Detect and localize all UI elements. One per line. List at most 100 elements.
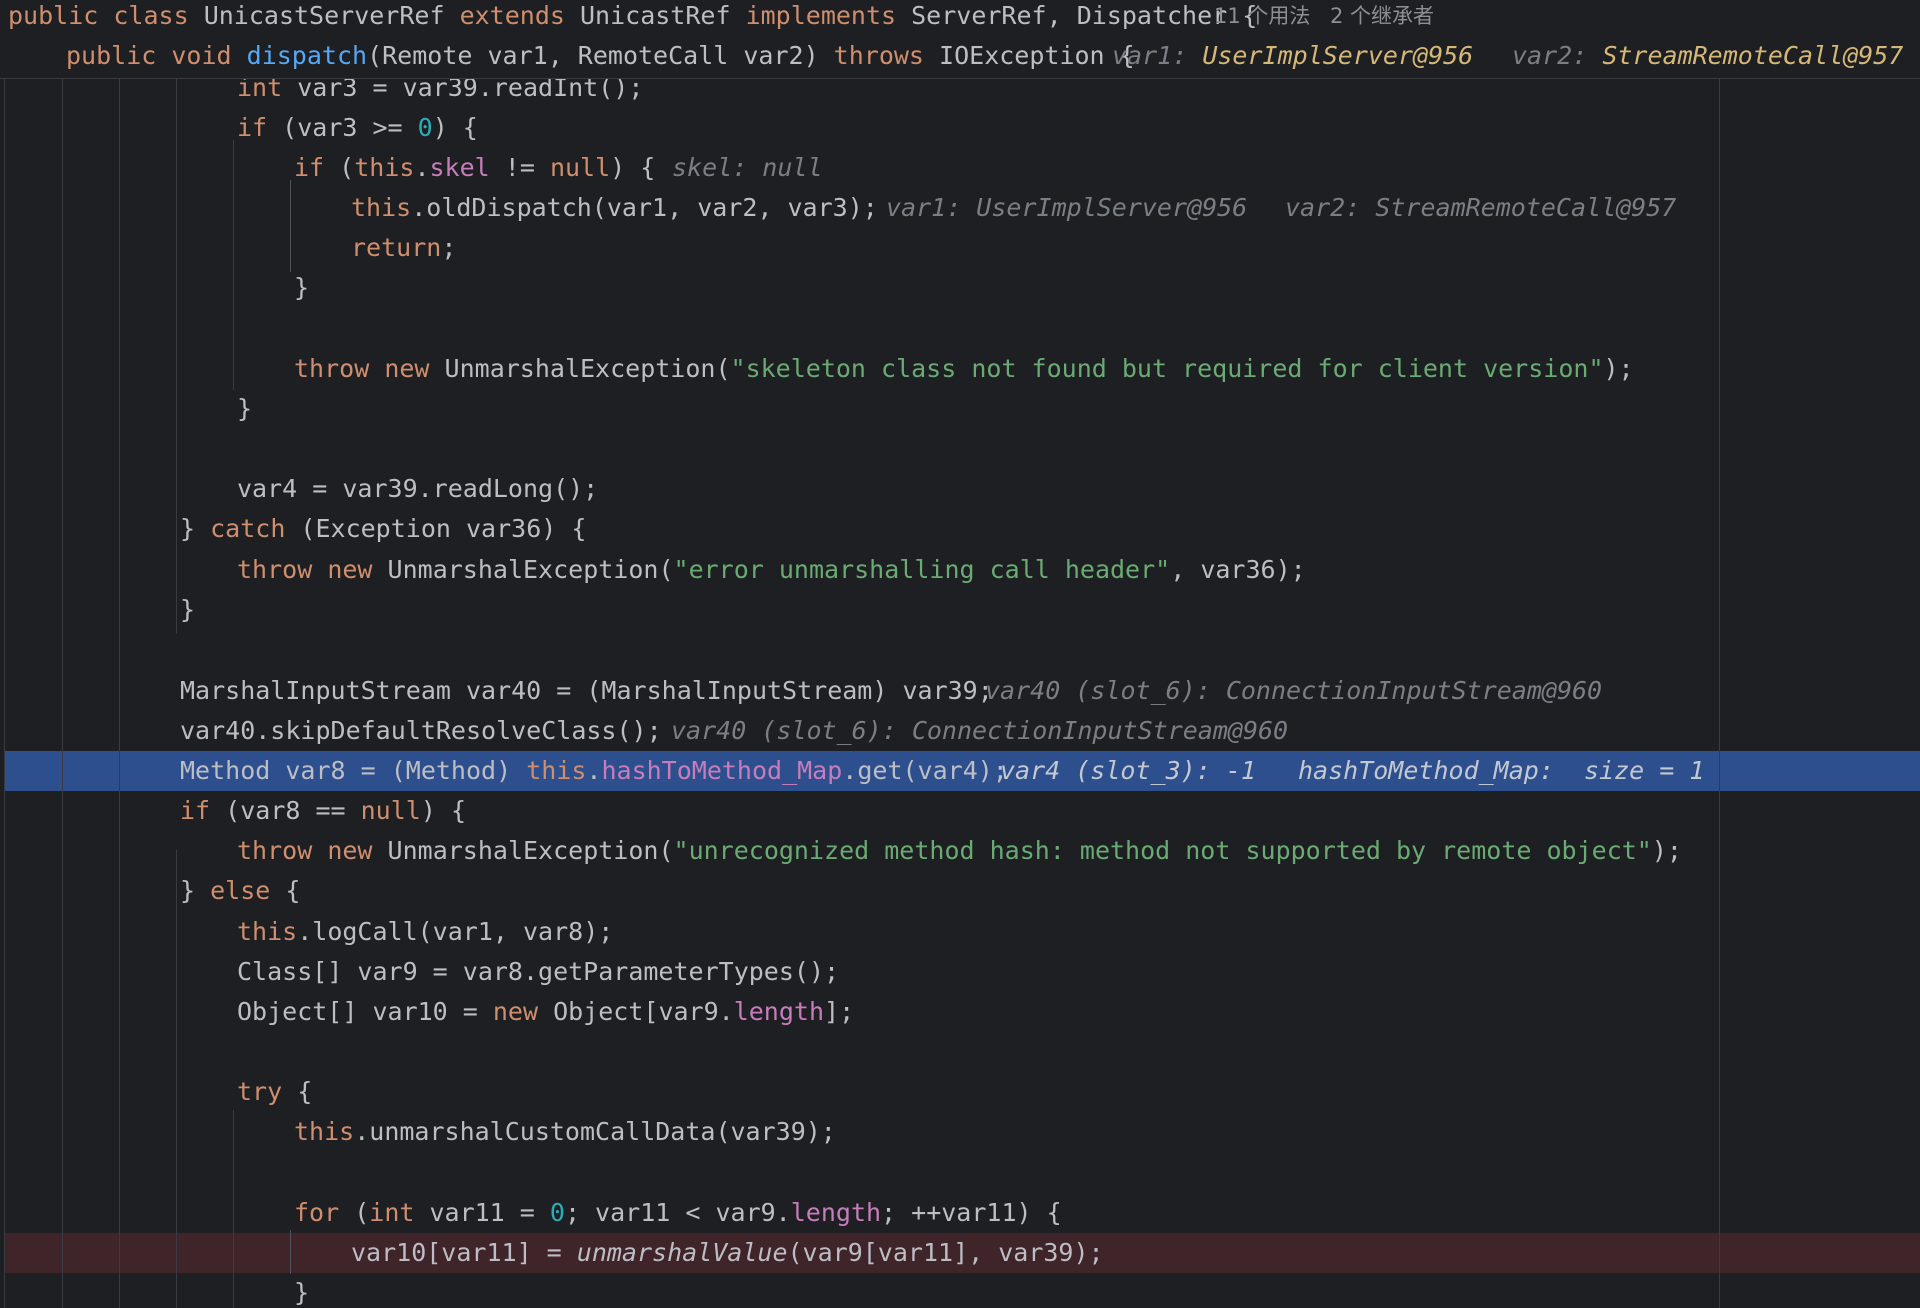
- code-text: ) {: [432, 113, 478, 142]
- hint-label: var1:: [1112, 41, 1203, 70]
- code-line[interactable]: return;: [0, 228, 1920, 268]
- keyword: null: [549, 153, 611, 182]
- code-text: (: [324, 153, 355, 182]
- code-line[interactable]: throw new UnmarshalException("skeleton c…: [0, 349, 1920, 389]
- code-line[interactable]: for (int var11 = 0; var11 < var9.length;…: [0, 1193, 1920, 1233]
- keyword: new: [492, 997, 539, 1026]
- code-line[interactable]: throw new UnmarshalException("error unma…: [0, 550, 1920, 590]
- code-text: }: [294, 1278, 310, 1307]
- hint-value: StreamRemoteCall@957: [1602, 41, 1904, 70]
- inline-debug-hint: var1: UserImplServer@956: [1112, 36, 1473, 76]
- execution-point-line[interactable]: Method var8 = (Method) this.hashToMethod…: [0, 751, 1920, 791]
- keyword: this: [354, 153, 415, 182]
- code-text: Object[var9.: [538, 997, 734, 1026]
- code-text: ; var11 < var9.: [564, 1198, 791, 1227]
- keyword: if: [180, 796, 211, 825]
- code-text: , var36);: [1170, 555, 1306, 584]
- sticky-scroll-header: public class UnicastServerRef extends Un…: [0, 0, 1920, 79]
- code-text: UnmarshalException(: [429, 354, 731, 383]
- string-literal: "unrecognized method hash: method not su…: [673, 836, 1652, 865]
- interfaces: ServerRef, Dispatcher {: [896, 1, 1258, 30]
- code-line[interactable]: }: [0, 268, 1920, 308]
- code-line[interactable]: Object[] var10 = new Object[var9.length]…: [0, 992, 1920, 1032]
- code-text: }: [237, 394, 253, 423]
- code-text: (var9[var11], var39);: [787, 1238, 1104, 1267]
- field-name: skel: [429, 153, 490, 182]
- code-line[interactable]: }: [0, 590, 1920, 630]
- code-text: ; ++var11) {: [881, 1198, 1062, 1227]
- code-line[interactable]: throw new UnmarshalException("unrecogniz…: [0, 831, 1920, 871]
- code-line[interactable]: MarshalInputStream var40 = (MarshalInput…: [0, 671, 1920, 711]
- keyword: throw: [237, 555, 313, 584]
- keyword: this: [526, 756, 587, 785]
- code-line[interactable]: Class[] var9 = var8.getParameterTypes();: [0, 952, 1920, 992]
- inline-debug-hint: skel: null: [672, 153, 823, 182]
- code-line[interactable]: if (var8 == null) {: [0, 791, 1920, 831]
- keyword: class: [113, 1, 189, 30]
- code-line[interactable]: this.logCall(var1, var8);: [0, 912, 1920, 952]
- code-line[interactable]: if (this.skel != null) { skel: null: [0, 148, 1920, 188]
- code-line[interactable]: this.unmarshalCustomCallData(var39);: [0, 1112, 1920, 1152]
- code-text: );: [1603, 354, 1634, 383]
- keyword: if: [294, 153, 325, 182]
- number-literal: 0: [417, 113, 433, 142]
- static-method-call: unmarshalValue: [576, 1238, 788, 1267]
- code-line[interactable]: if (var3 >= 0) {: [0, 108, 1920, 148]
- code-line[interactable]: } catch (Exception var36) {: [0, 509, 1920, 549]
- keyword: public: [8, 1, 99, 30]
- code-text: Method var8 = (Method): [180, 756, 527, 785]
- method-name: dispatch: [246, 41, 368, 70]
- code-line[interactable]: }: [0, 1273, 1920, 1308]
- sticky-class-declaration[interactable]: public class UnicastServerRef extends Un…: [0, 0, 1920, 36]
- keyword: null: [360, 796, 421, 825]
- code-line[interactable]: this.oldDispatch(var1, var2, var3); var1…: [0, 188, 1920, 228]
- inheritors-link[interactable]: 2 个继承者: [1330, 0, 1434, 36]
- code-text: Class[] var9 = var8.getParameterTypes();: [237, 957, 840, 986]
- code-text: Object[] var10 =: [237, 997, 493, 1026]
- usages-link[interactable]: 11 个用法: [1214, 0, 1310, 36]
- inline-debug-hint: var2: StreamRemoteCall@957: [1285, 193, 1677, 222]
- code-text: !=: [489, 153, 550, 182]
- code-editor[interactable]: public class UnicastServerRef extends Un…: [0, 0, 1920, 1308]
- keyword: extends: [459, 1, 565, 30]
- code-text: (: [339, 1198, 370, 1227]
- keyword: implements: [745, 1, 897, 30]
- inline-debug-hint: var2: StreamRemoteCall@957: [1512, 36, 1903, 76]
- hint-value: UserImplServer@956: [1202, 41, 1474, 70]
- code-line[interactable]: var4 = var39.readLong();: [0, 469, 1920, 509]
- code-line[interactable]: try {: [0, 1072, 1920, 1112]
- inline-debug-hint: var40 (slot_6): ConnectionInputStream@96…: [671, 716, 1289, 745]
- sticky-method-declaration[interactable]: public void dispatch(Remote var1, Remote…: [0, 36, 1920, 76]
- keyword: else: [210, 876, 271, 905]
- keyword: try: [237, 1077, 283, 1106]
- code-text: MarshalInputStream var40 = (MarshalInput…: [180, 676, 993, 705]
- code-line[interactable]: } else {: [0, 871, 1920, 911]
- keyword: catch: [210, 514, 286, 543]
- keyword: new: [327, 836, 373, 865]
- string-literal: "error unmarshalling call header": [673, 555, 1171, 584]
- keyword: new: [384, 354, 430, 383]
- inline-debug-hint: var1: UserImplServer@956: [886, 193, 1248, 222]
- code-line[interactable]: }: [0, 389, 1920, 429]
- inline-debug-hint: var4 (slot_3): -1: [1000, 756, 1256, 785]
- code-text: UnmarshalException(: [372, 555, 674, 584]
- code-text: );: [1651, 836, 1682, 865]
- code-text: (var8 ==: [210, 796, 361, 825]
- keyword: int: [369, 1198, 415, 1227]
- code-text: (var3 >=: [267, 113, 418, 142]
- code-text: }: [294, 273, 310, 302]
- code-line[interactable]: var40.skipDefaultResolveClass(); var40 (…: [0, 711, 1920, 751]
- string-literal: "skeleton class not found but required f…: [730, 354, 1604, 383]
- keyword: new: [327, 555, 373, 584]
- code-text: var10[var11] =: [351, 1238, 577, 1267]
- keyword: throws: [833, 41, 924, 70]
- code-text: {: [282, 1077, 313, 1106]
- breakpoint-line[interactable]: var10[var11] = unmarshalValue(var9[var11…: [0, 1233, 1920, 1273]
- field-name: length: [790, 1198, 882, 1227]
- class-name: UnicastServerRef: [188, 1, 460, 30]
- code-text: .logCall(var1, var8);: [297, 917, 614, 946]
